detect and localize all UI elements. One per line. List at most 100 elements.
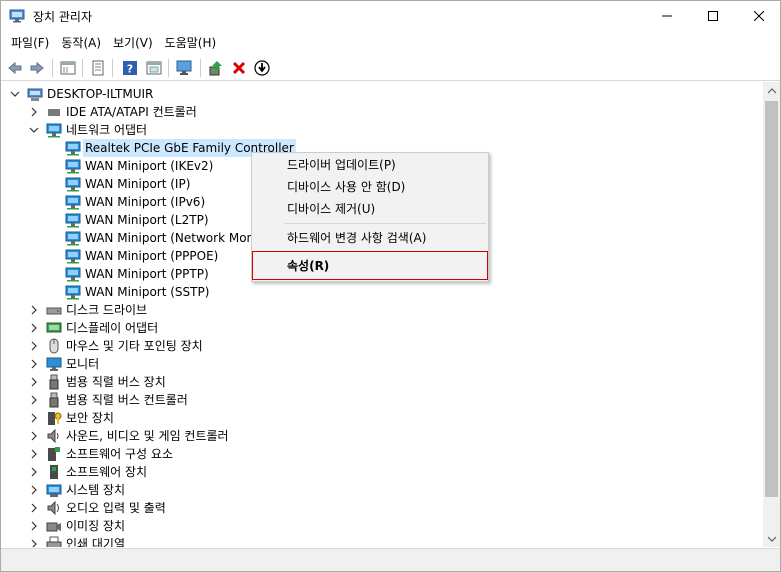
network-adapter-icon: [65, 248, 81, 264]
show-hidden-icon: [146, 61, 162, 75]
tree-item-label: 소프트웨어 구성 요소: [66, 447, 173, 461]
tree-item-monitor[interactable]: 모니터: [1, 355, 761, 373]
menu-item-properties[interactable]: 속성(R): [254, 255, 486, 277]
tree-item-label: 사운드, 비디오 및 게임 컨트롤러: [66, 429, 229, 443]
uninstall-device-button[interactable]: [229, 58, 249, 78]
update-driver-button[interactable]: [206, 58, 226, 78]
window-title: 장치 관리자: [33, 10, 93, 24]
tree-item-label: WAN Miniport (PPPOE): [85, 249, 219, 263]
menu-item-disable-device[interactable]: 디바이스 사용 안 함(D): [254, 176, 486, 198]
menu-file[interactable]: 파일(F): [5, 32, 55, 54]
disk-drive-icon: [46, 302, 62, 318]
chevron-down-icon[interactable]: [9, 85, 21, 103]
show-hidden-button[interactable]: [144, 58, 164, 78]
tree-item-network[interactable]: 네트워크 어댑터: [1, 121, 761, 139]
download-icon: [254, 60, 270, 76]
camera-icon: [46, 518, 62, 534]
tree-item-display[interactable]: 디스플레이 어댑터: [1, 319, 761, 337]
tree-item-label: 범용 직렬 버스 컨트롤러: [66, 393, 188, 407]
back-button[interactable]: [5, 58, 25, 78]
tree-item-label: 네트워크 어댑터: [66, 123, 148, 137]
tree-item-software-device[interactable]: 소프트웨어 장치: [1, 463, 761, 481]
tree-item-security[interactable]: 보안 장치: [1, 409, 761, 427]
network-adapter-icon: [65, 140, 81, 156]
speaker-icon: [46, 428, 62, 444]
tree-item-label: 모니터: [66, 357, 100, 371]
menu-view[interactable]: 보기(V): [107, 32, 159, 54]
chevron-right-icon[interactable]: [28, 499, 40, 517]
menu-item-uninstall-device[interactable]: 디바이스 제거(U): [254, 198, 486, 220]
tree-item-disk[interactable]: 디스크 드라이브: [1, 301, 761, 319]
maximize-button[interactable]: [690, 1, 736, 31]
chevron-right-icon[interactable]: [28, 319, 40, 337]
menu-help[interactable]: 도움말(H): [159, 32, 223, 54]
tree-item-printer[interactable]: 인쇄 대기열: [1, 535, 761, 547]
tree-item-label: 범용 직렬 버스 장치: [66, 375, 166, 389]
chevron-right-icon[interactable]: [28, 409, 40, 427]
chevron-right-icon[interactable]: [28, 463, 40, 481]
scroll-down-arrow-icon[interactable]: [763, 530, 780, 547]
menu-item-update-driver[interactable]: 드라이버 업데이트(P): [254, 154, 486, 176]
tree-item-software-component[interactable]: 소프트웨어 구성 요소: [1, 445, 761, 463]
network-adapter-icon: [65, 158, 81, 174]
title-bar: 장치 관리자: [1, 1, 780, 31]
network-adapter-icon: [65, 194, 81, 210]
audio-io-icon: [46, 500, 62, 516]
tree-root-label: DESKTOP-ILTMUIR: [47, 87, 154, 101]
chevron-right-icon[interactable]: [28, 445, 40, 463]
security-key-icon: [46, 410, 62, 426]
properties-view-button[interactable]: [58, 58, 78, 78]
tree-item-ide[interactable]: IDE ATA/ATAPI 컨트롤러: [1, 103, 761, 121]
minimize-button[interactable]: [644, 1, 690, 31]
network-adapter-icon: [65, 266, 81, 282]
chevron-right-icon[interactable]: [28, 517, 40, 535]
tree-item-usb-controller[interactable]: 범용 직렬 버스 컨트롤러: [1, 391, 761, 409]
tree-item-audio-io[interactable]: 오디오 입력 및 출력: [1, 499, 761, 517]
chevron-right-icon[interactable]: [28, 355, 40, 373]
scan-hardware-button[interactable]: [175, 58, 195, 78]
help-button[interactable]: ?: [120, 58, 140, 78]
scroll-up-arrow-icon[interactable]: [763, 82, 780, 99]
chevron-right-icon[interactable]: [28, 535, 40, 547]
computer-icon: [27, 86, 43, 102]
printer-icon: [46, 536, 62, 547]
device-list-button[interactable]: [88, 58, 108, 78]
network-adapter-icon: [65, 284, 81, 300]
close-icon: [754, 11, 764, 21]
tree-item-wan[interactable]: WAN Miniport (SSTP): [1, 283, 761, 301]
device-manager-window: 장치 관리자 파일(F) 동작(A) 보기(V) 도움말(H) ? DESKTO…: [0, 0, 781, 572]
tree-item-mouse[interactable]: 마우스 및 기타 포인팅 장치: [1, 337, 761, 355]
tree-root[interactable]: DESKTOP-ILTMUIR: [1, 85, 761, 103]
chevron-right-icon[interactable]: [28, 391, 40, 409]
tree-item-label: WAN Miniport (IKEv2): [85, 159, 214, 173]
chevron-right-icon[interactable]: [28, 427, 40, 445]
properties-view-icon: [60, 61, 76, 75]
forward-arrow-icon: [30, 61, 44, 75]
chevron-right-icon[interactable]: [28, 337, 40, 355]
tree-item-imaging[interactable]: 이미징 장치: [1, 517, 761, 535]
chevron-right-icon[interactable]: [28, 373, 40, 391]
menu-bar: 파일(F) 동작(A) 보기(V) 도움말(H): [1, 32, 780, 54]
vertical-scrollbar[interactable]: [763, 82, 780, 547]
chevron-right-icon[interactable]: [28, 301, 40, 319]
tree-item-sound[interactable]: 사운드, 비디오 및 게임 컨트롤러: [1, 427, 761, 445]
scroll-thumb[interactable]: [765, 101, 778, 497]
menu-action[interactable]: 동작(A): [55, 32, 107, 54]
tree-item-label: WAN Miniport (SSTP): [85, 285, 210, 299]
forward-button[interactable]: [27, 58, 47, 78]
tree-item-label: 마우스 및 기타 포인팅 장치: [66, 339, 203, 353]
chevron-right-icon[interactable]: [28, 103, 40, 121]
menu-separator: [284, 223, 486, 224]
menu-item-scan-hardware[interactable]: 하드웨어 변경 사항 검색(A): [254, 227, 486, 249]
ide-controller-icon: [46, 104, 62, 120]
download-button[interactable]: [252, 58, 272, 78]
close-button[interactable]: [736, 1, 781, 31]
back-arrow-icon: [8, 61, 22, 75]
tree-item-system[interactable]: 시스템 장치: [1, 481, 761, 499]
chevron-down-icon[interactable]: [28, 121, 40, 139]
tree-item-label: 소프트웨어 장치: [66, 465, 148, 479]
chevron-right-icon[interactable]: [28, 481, 40, 499]
tree-item-usb-device[interactable]: 범용 직렬 버스 장치: [1, 373, 761, 391]
tree-item-label: WAN Miniport (Network Monit: [85, 231, 263, 245]
context-menu: 드라이버 업데이트(P) 디바이스 사용 안 함(D) 디바이스 제거(U) 하…: [251, 152, 489, 282]
